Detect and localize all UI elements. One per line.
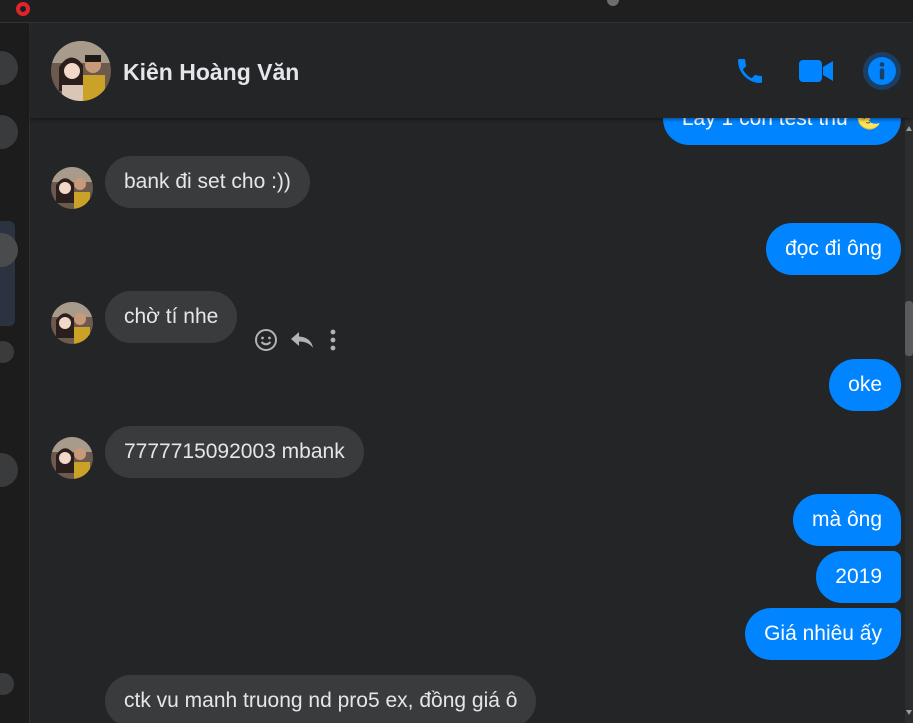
- contact-name[interactable]: Kiên Hoàng Văn: [123, 59, 299, 86]
- video-call-button[interactable]: [797, 52, 835, 90]
- conversation-avatar[interactable]: [0, 115, 18, 149]
- contact-avatar[interactable]: [51, 41, 111, 101]
- conversation-avatar[interactable]: [0, 51, 18, 85]
- phone-icon: [738, 59, 762, 83]
- chat-header: Kiên Hoàng Văn: [30, 23, 913, 118]
- message-list: Lấy 1 con test thử 🌜 bank đi set cho :))…: [30, 118, 913, 723]
- top-bar-icon: [607, 0, 619, 6]
- sender-avatar[interactable]: [51, 167, 93, 209]
- scrollbar-thumb[interactable]: [905, 301, 913, 356]
- message-bubble-incoming[interactable]: chờ tí nhe: [105, 291, 238, 343]
- sender-avatar[interactable]: [51, 437, 93, 479]
- message-bubble-outgoing[interactable]: đọc đi ông: [766, 223, 901, 275]
- video-camera-icon: [799, 60, 833, 82]
- conversation-avatar[interactable]: [0, 673, 14, 695]
- scroll-up-arrow-icon[interactable]: [906, 126, 912, 131]
- more-icon[interactable]: [326, 328, 340, 352]
- react-icon[interactable]: [254, 328, 278, 352]
- message-bubble-incoming[interactable]: ctk vu manh truong nd pro5 ex, đồng giá …: [105, 675, 537, 723]
- message-bubble-outgoing[interactable]: Lấy 1 con test thử 🌜: [662, 118, 901, 145]
- conversation-info-button[interactable]: [863, 52, 901, 90]
- record-indicator-icon: [16, 2, 30, 16]
- scroll-down-arrow-icon[interactable]: [906, 710, 912, 715]
- message-scrollbar[interactable]: [905, 118, 913, 723]
- sender-avatar[interactable]: [51, 302, 93, 344]
- message-bubble-outgoing[interactable]: Giá nhiêu ấy: [745, 608, 901, 660]
- conversation-avatar[interactable]: [0, 341, 14, 363]
- message-bubble-incoming[interactable]: bank đi set cho :)): [105, 156, 310, 208]
- reply-icon[interactable]: [289, 328, 315, 352]
- message-bubble-outgoing[interactable]: 2019: [816, 551, 901, 603]
- message-bubble-outgoing[interactable]: oke: [829, 359, 901, 411]
- message-bubble-incoming[interactable]: 7777715092003 mbank: [105, 426, 364, 478]
- window-top-bar: [0, 0, 913, 23]
- message-bubble-outgoing[interactable]: mà ông: [792, 494, 901, 546]
- conversation-sidebar: [0, 23, 30, 723]
- message-actions: [254, 325, 340, 355]
- info-icon: [868, 57, 896, 85]
- chat-window: Kiên Hoàng Văn Lấy 1 con test thử 🌜 bank…: [30, 23, 913, 723]
- conversation-avatar[interactable]: [0, 453, 18, 487]
- conversation-avatar[interactable]: [0, 233, 18, 267]
- voice-call-button[interactable]: [731, 52, 769, 90]
